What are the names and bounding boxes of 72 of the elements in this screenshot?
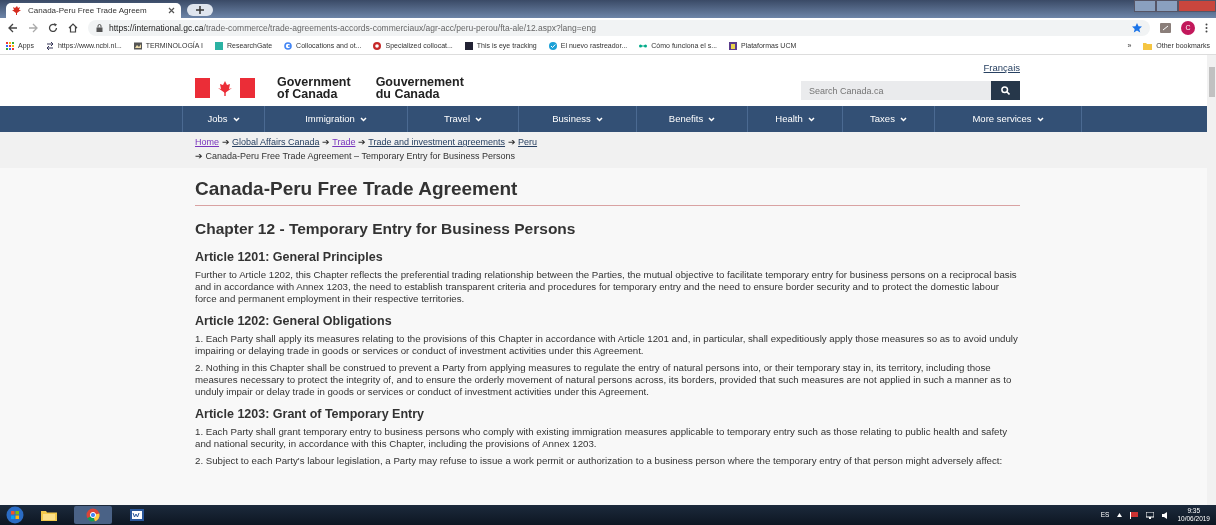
breadcrumb-link[interactable]: Trade and investment agreements — [368, 137, 506, 147]
apps-grid-icon — [6, 42, 14, 50]
language-link[interactable]: Français — [983, 61, 1020, 76]
address-bar[interactable]: https://international.gc.ca/trade-commerce/trade-agreements-accords-commerciaux/agr-acc/peru-perou/fta-ale/12.aspx?lang=eng — [88, 20, 1150, 36]
paragraph: 1. Each Party shall grant temporary entry to business persons who comply with existing immigration measures applicable to temporary entry such as those relating to public health and safety and national security, in accordance with this Chapter, including the provisions of Annex 1203. — [195, 426, 1008, 450]
paragraph: Further to Article 1202, this Chapter reflects the preferential trading relationship between the Parties, the mutual objective to facilitate temporary entry for business persons on a reciprocal basis and in accordance with Annex 1203, the need to establish transparent criteria and procedures for temporary entry and the need to ensure border security and to protect the domestic labour force and permanent employment in their respective territories. — [195, 269, 1018, 305]
caret-up-icon[interactable] — [1117, 513, 1123, 517]
article-heading: Article 1202: General Obligations — [195, 314, 393, 330]
speaker-icon[interactable] — [1162, 511, 1170, 519]
dots-link-icon — [639, 42, 648, 50]
back-icon[interactable] — [8, 23, 18, 33]
search-field[interactable]: Search Canada.ca — [801, 81, 991, 100]
folder-icon — [1143, 42, 1153, 50]
paragraph: 2. Subject to each Party's labour legislation, a Party may refuse to issue a work permit or authorization to a business person where the temporary entry of that person might adversely affect: — [195, 455, 1004, 467]
chevron-down-icon — [807, 116, 815, 122]
chevron-down-icon — [1036, 116, 1044, 122]
scrollbar-thumb[interactable] — [1208, 67, 1215, 97]
start-orb-icon[interactable] — [6, 506, 24, 524]
breadcrumb-link[interactable]: Trade — [332, 137, 356, 147]
star-icon[interactable] — [1132, 23, 1142, 33]
lock-icon — [96, 24, 103, 32]
breadcrumb-arrow: ➔ — [220, 137, 231, 147]
canada-flag-icon — [195, 78, 255, 98]
image-icon — [133, 42, 142, 50]
double-arrow-icon — [45, 42, 54, 50]
home-icon[interactable] — [68, 23, 78, 33]
pdf-extension-icon[interactable] — [1160, 23, 1171, 33]
menu-icon[interactable] — [1205, 23, 1208, 33]
breadcrumb-link[interactable]: Peru — [518, 137, 538, 147]
maple-leaf-icon — [12, 5, 22, 16]
paragraph: 2. Nothing in this Chapter shall be construed to prevent a Party from applying measures to regulate the entry of natural persons into, or their temporary stay in, its territory, including those measures necessary to protect the integrity of, and to ensure the orderly movement of natural persons across, its borders, provided that such measures are not applied in such a manner as to unduly impair or delay trade in goods or services or conduct of investment activities under this Agreement. — [195, 362, 1013, 398]
search-button[interactable] — [991, 81, 1020, 100]
building-icon — [729, 42, 738, 50]
reload-icon[interactable] — [48, 23, 58, 33]
minimize-button[interactable] — [1134, 0, 1156, 12]
g-logo-icon — [284, 42, 293, 50]
breadcrumb-current: Canada-Peru Free Trade Agreement – Temporary Entry for Business Persons — [205, 151, 515, 161]
close-icon[interactable] — [168, 7, 175, 14]
chevron-down-icon — [899, 116, 907, 122]
breadcrumb-arrow: ➔ — [506, 137, 517, 147]
chapter-heading: Chapter 12 - Temporary Entry for Business Persons — [195, 219, 577, 239]
maximize-button[interactable] — [1156, 0, 1178, 12]
target-icon — [373, 42, 382, 50]
check-circle-icon — [548, 42, 557, 50]
dark-square-icon — [464, 42, 473, 50]
document-icon — [129, 508, 145, 522]
breadcrumb-arrow: ➔ — [320, 137, 331, 147]
browser-tab[interactable]: Canada-Peru Free Trade Agreem — [6, 3, 181, 18]
new-tab-button[interactable] — [187, 4, 213, 16]
flag-icon[interactable] — [1130, 511, 1139, 519]
chevron-down-icon — [708, 116, 716, 122]
government-wordmark: Government of Canada — [277, 76, 351, 103]
chevron-down-icon — [232, 116, 240, 122]
breadcrumb-arrow: ➔ — [356, 137, 367, 147]
folder-icon — [41, 508, 57, 522]
page-title: Canada-Peru Free Trade Agreement — [195, 178, 1020, 206]
search-icon — [1001, 86, 1010, 95]
network-icon[interactable] — [1146, 511, 1155, 519]
breadcrumb-link[interactable]: Global Affairs Canada — [232, 137, 320, 147]
url-text: https://international.gc.ca/trade-commerce/trade-agreements-accords-commerciaux/agr-acc/peru-perou/fta-ale/12.aspx?lang=eng — [109, 21, 597, 35]
article-heading: Article 1201: General Principles — [195, 250, 384, 266]
breadcrumb-arrow: ➔ — [195, 151, 204, 161]
paragraph: 1. Each Party shall apply its measures relating to the provisions of this Chapter in accordance with Article 1201 and, in particular, shall expeditiously apply those measures so as to avoid unduly impairing or delaying trade in goods or services or conduct of investment activities under this Agreement. — [195, 333, 1019, 357]
breadcrumb-link[interactable]: Home — [195, 137, 219, 147]
plus-icon — [196, 6, 204, 14]
square-logo-icon — [214, 42, 223, 50]
chevron-down-icon — [595, 116, 603, 122]
chevron-down-icon — [359, 116, 367, 122]
government-wordmark: Gouvernement du Canada — [375, 76, 464, 103]
browser-icon — [85, 508, 101, 522]
chevron-down-icon — [475, 116, 482, 122]
article-heading: Article 1203: Grant of Temporary Entry — [195, 407, 425, 423]
